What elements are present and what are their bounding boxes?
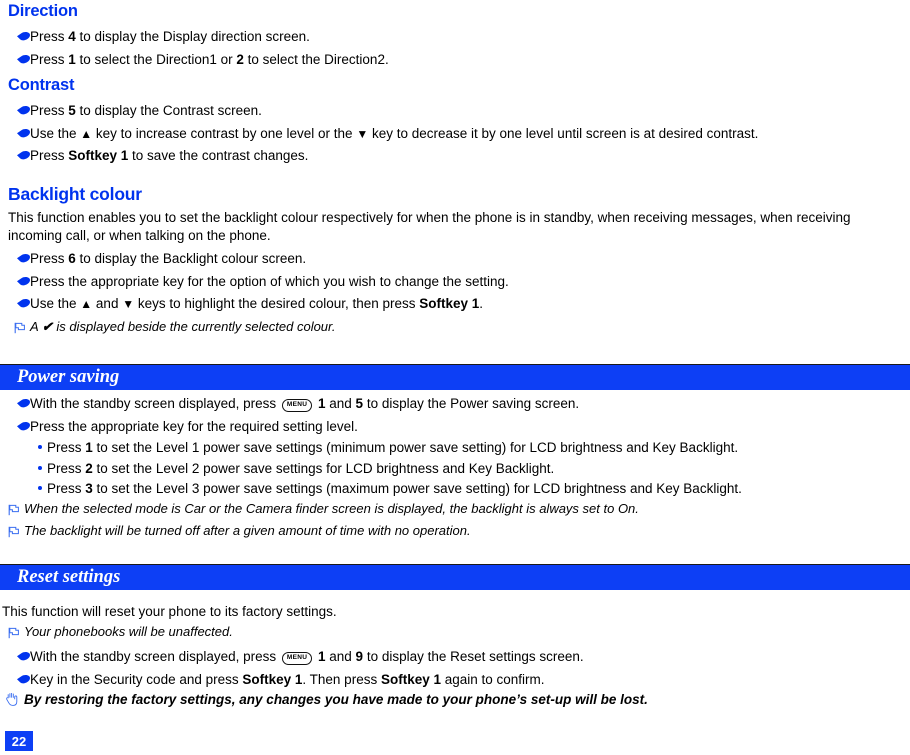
sub-list-item-text: Press 1 to set the Level 1 power save se… — [47, 440, 739, 456]
list-item-text: Use the ▲ and ▼ keys to highlight the de… — [30, 296, 484, 312]
list-item: Press 1 to select the Direction1 or 2 to… — [8, 51, 906, 69]
hand-pointer-icon — [8, 28, 30, 41]
note-flag-icon — [8, 319, 30, 339]
hand-pointer-icon — [8, 125, 30, 138]
reset-settings-paragraph: This function will reset your phone to i… — [2, 604, 337, 619]
list-item-text: Press 1 to select the Direction1 or 2 to… — [30, 51, 389, 67]
list-item-text: Press 5 to display the Contrast screen. — [30, 102, 262, 118]
hand-pointer-icon — [8, 671, 30, 684]
list-item: Key in the Security code and press Softk… — [8, 671, 906, 689]
list-item-text: With the standby screen displayed, press… — [30, 396, 580, 412]
hand-pointer-icon — [8, 395, 30, 408]
list-item-text: Press 4 to display the Display direction… — [30, 28, 310, 44]
list-item: With the standby screen displayed, press… — [8, 395, 906, 413]
note-text: The backlight will be turned off after a… — [24, 523, 471, 539]
note-flag-icon — [2, 624, 24, 644]
hand-pointer-icon — [8, 273, 30, 286]
note-flag-icon — [2, 501, 24, 521]
sub-list-item-text: Press 2 to set the Level 2 power save se… — [47, 460, 555, 476]
section-power-saving: With the standby screen displayed, press… — [8, 395, 906, 543]
note-item: A ✔ is displayed beside the currently se… — [8, 319, 906, 339]
list-item: Use the ▲ and ▼ keys to highlight the de… — [8, 295, 906, 313]
section-reset-settings: This function will reset your phone to i… — [2, 603, 906, 711]
band-title-power-saving: Power saving — [0, 365, 910, 390]
section-direction: Direction Press 4 to display the Display… — [8, 2, 906, 68]
note-text: When the selected mode is Car or the Cam… — [24, 500, 639, 516]
list-item-text: Use the ▲ key to increase contrast by on… — [30, 125, 759, 141]
note-item: When the selected mode is Car or the Cam… — [2, 501, 906, 521]
manual-page: Direction Press 4 to display the Display… — [0, 0, 910, 755]
menu-key-icon: MENU — [281, 652, 313, 666]
down-arrow-icon: ▼ — [356, 126, 369, 141]
note-item: The backlight will be turned off after a… — [2, 523, 906, 543]
band-reset-settings: Reset settings — [0, 564, 910, 590]
list-item: With the standby screen displayed, press… — [8, 648, 906, 666]
hand-pointer-icon — [8, 102, 30, 115]
list-item-text: Press Softkey 1 to save the contrast cha… — [30, 148, 309, 164]
stop-hand-icon — [2, 691, 24, 711]
list-item-text: Press the appropriate key for the requir… — [30, 418, 358, 434]
note-text: A ✔ is displayed beside the currently se… — [30, 318, 336, 334]
hand-pointer-icon — [8, 295, 30, 308]
note-text: Your phonebooks will be unaffected. — [24, 623, 233, 639]
hand-pointer-icon — [8, 418, 30, 431]
note-flag-icon — [2, 523, 24, 543]
list-item-text: Press 6 to display the Backlight colour … — [30, 251, 307, 267]
sub-list-item: Press 3 to set the Level 3 power save se… — [8, 480, 906, 498]
list-item: Press Softkey 1 to save the contrast cha… — [8, 147, 906, 165]
warning-text: By restoring the factory settings, any c… — [24, 692, 648, 708]
dot-bullet-icon — [38, 460, 47, 470]
list-item: Press 4 to display the Display direction… — [8, 28, 906, 46]
list-item-text: With the standby screen displayed, press… — [30, 649, 584, 666]
sub-list-item: Press 2 to set the Level 2 power save se… — [8, 460, 906, 478]
list-item-text: Key in the Security code and press Softk… — [30, 671, 545, 687]
menu-key-icon: MENU — [281, 399, 313, 412]
hand-pointer-icon — [8, 51, 30, 64]
sub-list-item-text: Press 3 to set the Level 3 power save se… — [47, 481, 742, 497]
note-item: Your phonebooks will be unaffected. — [2, 624, 906, 644]
list-item: Press the appropriate key for the option… — [8, 273, 906, 291]
backlight-colour-paragraph: This function enables you to set the bac… — [8, 210, 851, 243]
heading-contrast: Contrast — [8, 76, 75, 94]
heading-direction: Direction — [8, 2, 78, 20]
list-item: Press 6 to display the Backlight colour … — [8, 250, 906, 268]
dot-bullet-icon — [38, 439, 47, 450]
down-arrow-icon: ▼ — [122, 297, 135, 312]
sub-list-item: Press 1 to set the Level 1 power save se… — [8, 439, 906, 457]
section-backlight-colour: Backlight colour This function enables y… — [8, 184, 906, 338]
list-item: Use the ▲ key to increase contrast by on… — [8, 125, 906, 143]
dot-bullet-icon — [38, 480, 47, 491]
hand-pointer-icon — [8, 648, 30, 661]
up-arrow-icon: ▲ — [80, 297, 93, 312]
list-item: Press the appropriate key for the requir… — [8, 418, 906, 436]
heading-backlight-colour: Backlight colour — [8, 184, 142, 204]
band-power-saving: Power saving — [0, 364, 910, 390]
section-contrast: Contrast Press 5 to display the Contrast… — [8, 76, 906, 165]
list-item-text: Press the appropriate key for the option… — [30, 273, 509, 289]
band-title-reset-settings: Reset settings — [0, 565, 910, 590]
up-arrow-icon: ▲ — [80, 126, 93, 141]
warning-item: By restoring the factory settings, any c… — [2, 691, 906, 711]
hand-pointer-icon — [8, 250, 30, 263]
hand-pointer-icon — [8, 147, 30, 160]
list-item: Press 5 to display the Contrast screen. — [8, 102, 906, 120]
page-number-badge: 22 — [5, 731, 33, 751]
